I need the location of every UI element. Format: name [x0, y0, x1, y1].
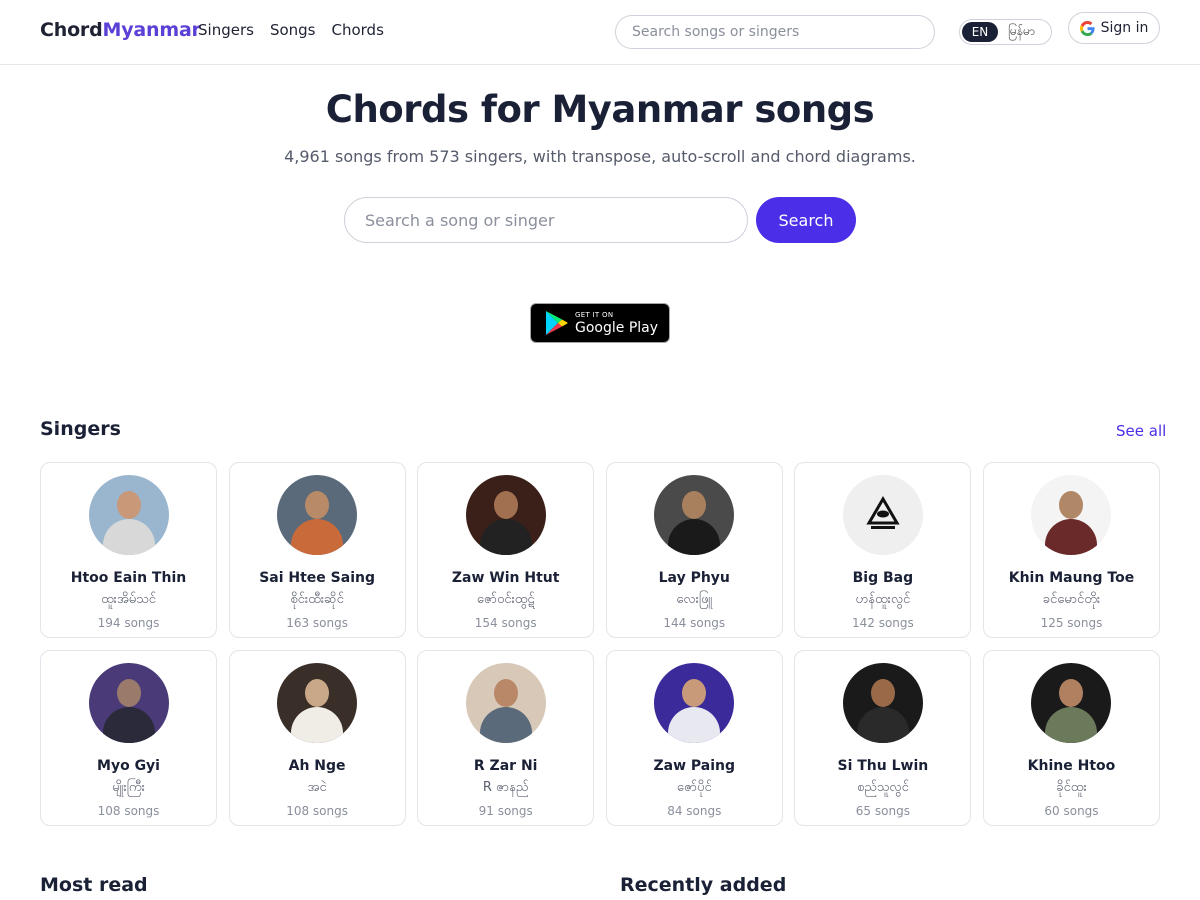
hero-search-button[interactable]: Search: [756, 197, 856, 243]
singer-avatar: [1031, 663, 1112, 743]
singer-name-myanmar: ဟန်ထူးလွင်: [855, 592, 911, 607]
see-all-singers-link[interactable]: See all: [1116, 422, 1166, 440]
singer-song-count: 60 songs: [1044, 804, 1099, 818]
language-toggle[interactable]: EN မြန်မာ: [959, 19, 1052, 45]
singer-name: Myo Gyi: [97, 758, 160, 774]
hero-subtitle: 4,961 songs from 573 singers, with trans…: [284, 147, 916, 166]
singer-name-myanmar: ဇော်ဝင်းထွဋ်: [476, 592, 535, 607]
singer-name: Sai Htee Saing: [259, 570, 375, 586]
singer-name: Khine Htoo: [1027, 758, 1116, 774]
singers-grid: Htoo Eain Thin ထူးအိမ်သင် 194 songs Sai Hte…: [40, 462, 1160, 826]
google-icon: [1079, 20, 1095, 36]
singer-name-myanmar: R ဇာနည်: [482, 780, 529, 795]
hero-title: Chords for Myanmar songs: [325, 88, 875, 131]
singer-card[interactable]: Myo Gyi မျိုးကြီး 108 songs: [40, 650, 217, 826]
main-nav: Singers Songs Chords: [198, 21, 384, 39]
singer-song-count: 142 songs: [851, 616, 914, 630]
singer-name-myanmar: ခင်မောင်တိုး: [1042, 592, 1101, 607]
singer-song-count: 163 songs: [286, 616, 348, 630]
singer-name-myanmar: စိုင်းထီးဆိုင်: [290, 592, 344, 607]
singer-name: R Zar Ni: [473, 758, 538, 774]
singer-avatar: [1031, 475, 1112, 555]
singer-name-myanmar: စည်သူလွင်: [856, 780, 909, 795]
singer-card[interactable]: Khine Htoo ခိုင်ထူး 60 songs: [982, 650, 1160, 826]
singer-song-count: 65 songs: [855, 804, 910, 818]
nav-chords[interactable]: Chords: [331, 21, 383, 39]
header-search-input[interactable]: [615, 15, 935, 49]
singer-card[interactable]: R Zar Ni R ဇာနည် 91 songs: [417, 650, 595, 826]
google-play-badge[interactable]: GET IT ON Google Play: [530, 303, 670, 343]
singer-card[interactable]: Zaw Paing ဇော်ပိုင် 84 songs: [605, 650, 783, 826]
sign-in-label: Sign in: [1100, 20, 1149, 36]
lang-en-option[interactable]: EN: [962, 22, 998, 42]
recently-added-title: Recently added: [620, 874, 787, 896]
singer-name-myanmar: လေးဖြူ: [676, 592, 713, 607]
most-read-title: Most read: [40, 874, 148, 896]
singer-card[interactable]: Big Bag ဟန်ထူးလွင် 142 songs: [794, 462, 972, 638]
hero-search-input[interactable]: [344, 197, 748, 243]
singer-name: Khin Maung Toe: [1008, 570, 1135, 586]
singer-song-count: 108 songs: [286, 804, 348, 818]
singers-section-title: Singers: [40, 418, 121, 440]
top-header: ChordMyanmar Singers Songs Chords EN မြန…: [0, 0, 1200, 65]
singer-avatar: [277, 663, 358, 743]
singer-name-myanmar: ခိုင်ထူး: [1056, 780, 1087, 795]
singer-song-count: 91 songs: [478, 804, 533, 818]
singer-avatar: [88, 475, 169, 555]
singer-avatar: [88, 663, 169, 743]
nav-singers[interactable]: Singers: [198, 21, 254, 39]
singer-name: Si Thu Lwin: [837, 758, 929, 774]
singer-card[interactable]: Zaw Win Htut ဇော်ဝင်းထွဋ် 154 songs: [417, 462, 595, 638]
google-play-icon: [546, 311, 568, 335]
singer-avatar: [654, 663, 735, 743]
lang-my-option[interactable]: မြန်မာ: [1008, 23, 1035, 41]
singer-song-count: 154 songs: [474, 616, 537, 630]
singer-name-myanmar: မျိုးကြီး: [112, 780, 145, 795]
singer-name: Zaw Win Htut: [451, 570, 560, 586]
singer-card[interactable]: Htoo Eain Thin ထူးအိမ်သင် 194 songs: [40, 462, 217, 638]
singer-name: Lay Phyu: [658, 570, 730, 586]
singer-name: Big Bag: [852, 570, 914, 586]
singer-avatar: [842, 663, 923, 743]
singer-avatar: [654, 475, 735, 555]
singer-song-count: 125 songs: [1040, 616, 1103, 630]
singer-name: Zaw Paing: [653, 758, 736, 774]
singer-card[interactable]: Lay Phyu လေးဖြူ 144 songs: [605, 462, 783, 638]
singer-card[interactable]: Khin Maung Toe ခင်မောင်တိုး 125 songs: [982, 462, 1160, 638]
singer-song-count: 84 songs: [667, 804, 722, 818]
logo-text-myanmar: Myanmar: [102, 19, 201, 41]
google-play-small-text: GET IT ON: [575, 310, 614, 319]
singer-avatar: [465, 475, 546, 555]
sign-in-button[interactable]: Sign in: [1068, 12, 1160, 44]
nav-songs[interactable]: Songs: [270, 21, 316, 39]
singer-name: Ah Nge: [288, 758, 346, 774]
singer-card[interactable]: Si Thu Lwin စည်သူလွင် 65 songs: [794, 650, 972, 826]
singer-avatar: [465, 663, 546, 743]
singer-avatar: [277, 475, 358, 555]
big-bag-logo-icon: [866, 496, 900, 529]
singer-name-myanmar: အငဲ: [307, 780, 327, 795]
singer-card[interactable]: Ah Nge အငဲ 108 songs: [228, 650, 406, 826]
singer-name: Htoo Eain Thin: [70, 570, 187, 586]
site-logo[interactable]: ChordMyanmar: [40, 19, 201, 41]
singer-song-count: 194 songs: [97, 616, 160, 630]
singer-name-myanmar: ထူးအိမ်သင်: [100, 592, 156, 607]
singer-avatar: [842, 475, 923, 555]
singer-name-myanmar: ဇော်ပိုင်: [676, 780, 712, 795]
logo-text-chord: Chord: [40, 19, 103, 41]
singer-song-count: 144 songs: [663, 616, 726, 630]
singer-card[interactable]: Sai Htee Saing စိုင်းထီးဆိုင် 163 songs: [228, 462, 406, 638]
google-play-big-text: Google Play: [575, 319, 659, 336]
singer-song-count: 108 songs: [97, 804, 160, 818]
